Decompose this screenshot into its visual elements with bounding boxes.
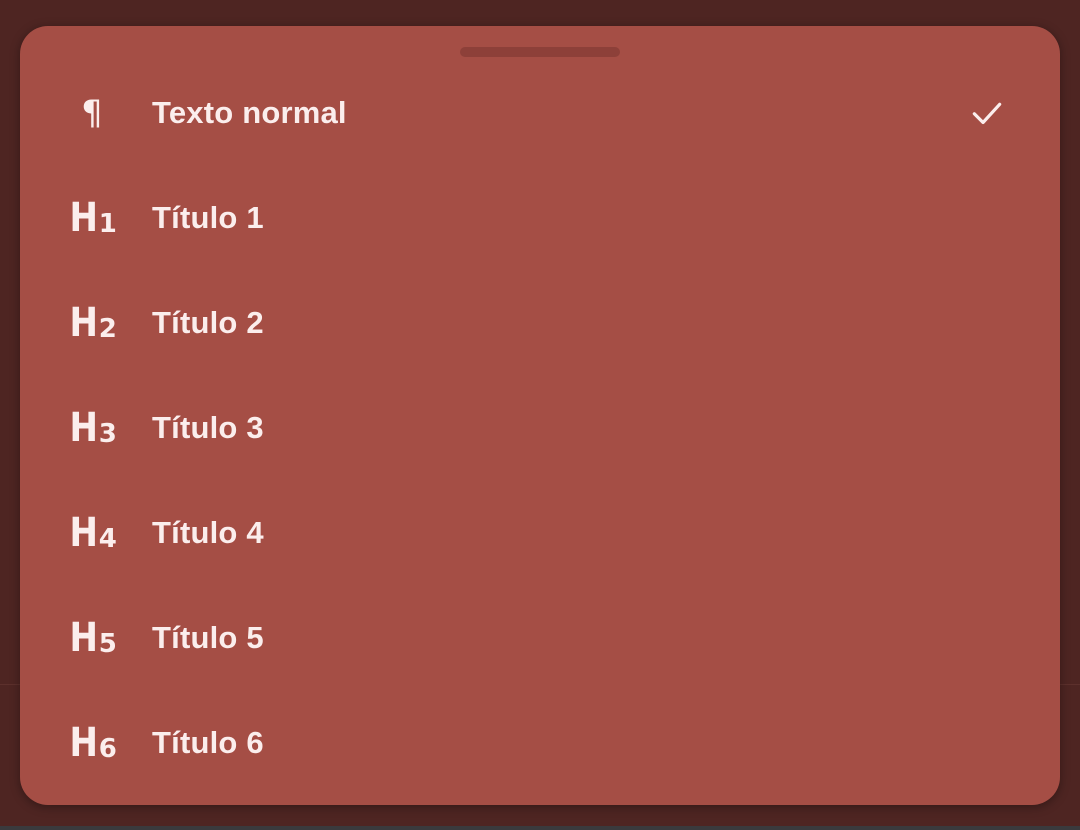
backdrop-bottom-bar: [0, 826, 1080, 830]
option-normal-text[interactable]: ¶ Texto normal: [20, 60, 1060, 165]
option-label: Título 1: [152, 199, 264, 235]
paragraph-icon: ¶: [81, 92, 103, 133]
heading-2-icon: H2: [69, 299, 117, 346]
option-label: Título 3: [152, 409, 264, 445]
option-heading-4[interactable]: H4 Título 4: [20, 480, 1060, 585]
option-heading-2[interactable]: H2 Título 2: [20, 270, 1060, 375]
option-heading-1[interactable]: H1 Título 1: [20, 165, 1060, 270]
option-heading-3[interactable]: H3 Título 3: [20, 375, 1060, 480]
heading-3-icon: H3: [69, 404, 117, 451]
option-label: Título 4: [152, 514, 264, 550]
option-label: Texto normal: [152, 94, 347, 130]
heading-4-icon: H4: [69, 509, 117, 556]
heading-6-icon: H6: [69, 719, 117, 766]
heading-1-icon: H1: [69, 194, 117, 241]
drag-handle[interactable]: [460, 47, 620, 57]
check-icon: [972, 102, 1002, 124]
option-heading-6[interactable]: H6 Título 6: [20, 690, 1060, 795]
option-heading-5[interactable]: H5 Título 5: [20, 585, 1060, 690]
option-label: Título 2: [152, 304, 264, 340]
text-style-bottom-sheet: ¶ Texto normal H1 Título 1 H2 Título 2 H…: [20, 26, 1060, 805]
option-label: Título 5: [152, 619, 264, 655]
heading-5-icon: H5: [69, 614, 117, 661]
option-label: Título 6: [152, 724, 264, 760]
